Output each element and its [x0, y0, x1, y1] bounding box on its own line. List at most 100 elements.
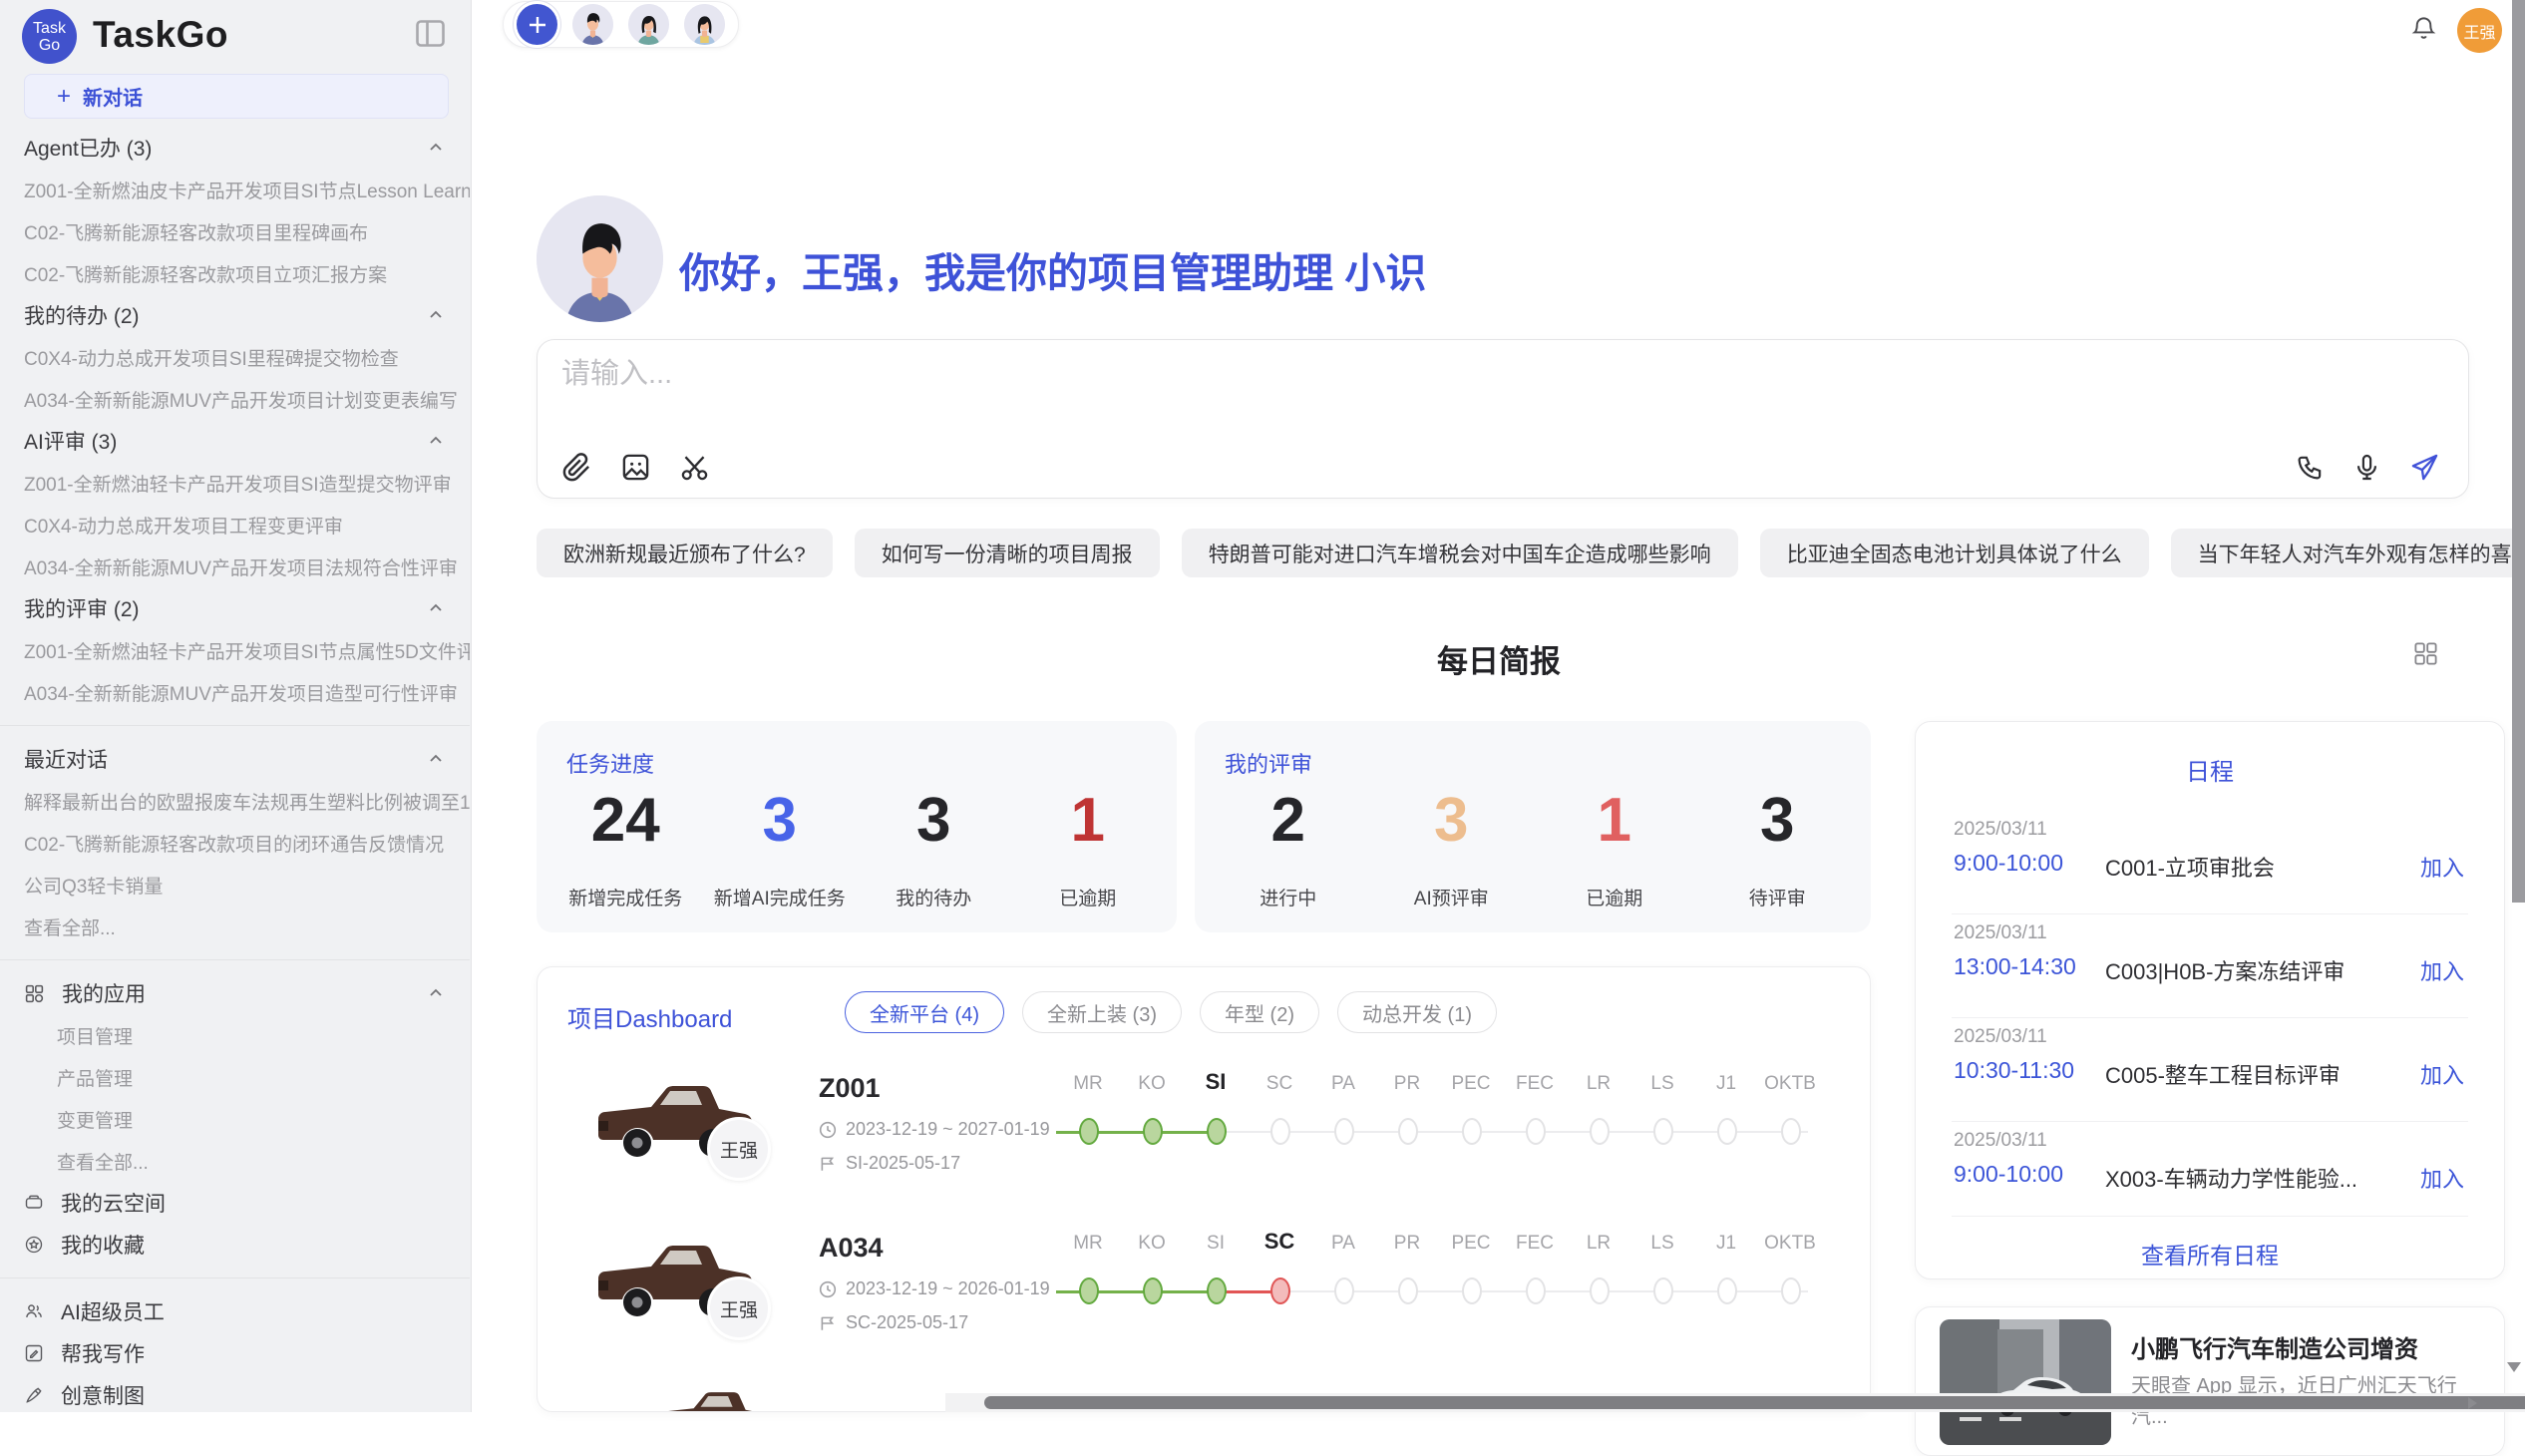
section-agent-done[interactable]: Agent已办 (3)	[0, 127, 470, 169]
entry-time: 9:00-10:00	[1954, 1161, 2063, 1188]
recent-chat-item[interactable]: 公司Q3轻卡销量	[0, 864, 470, 906]
join-link[interactable]: 加入	[2420, 851, 2464, 883]
notification-bell-icon[interactable]	[2410, 15, 2437, 42]
app-item-project-mgmt[interactable]: 项目管理	[0, 1014, 470, 1056]
card-title: 我的评审	[1225, 747, 1312, 779]
tab-new-body[interactable]: 全新上装 (3)	[1022, 991, 1182, 1033]
sidebar-item-ai-super-staff[interactable]: AI超级员工	[0, 1290, 470, 1332]
app-logo-line1: Task	[33, 20, 66, 37]
sidebar-item-cloud-space[interactable]: 我的云空间	[0, 1182, 470, 1224]
pen-icon	[24, 1385, 44, 1405]
project-flag-milestone: SI-2025-05-17	[819, 1153, 960, 1174]
entry-date: 2025/03/11	[1954, 1130, 2047, 1152]
task-item[interactable]: C02-飞腾新能源轻客改款项目立项汇报方案	[0, 252, 470, 294]
chat-input[interactable]	[561, 358, 1459, 391]
sidebar-collapse-icon[interactable]	[416, 20, 445, 47]
section-my-review[interactable]: 我的评审 (2)	[0, 587, 470, 629]
scroll-down-arrow[interactable]	[2507, 1362, 2521, 1372]
tab-powertrain[interactable]: 动总开发 (1)	[1337, 991, 1497, 1033]
view-all-schedule-link[interactable]: 查看所有日程	[1916, 1237, 2504, 1271]
send-icon[interactable]	[2409, 452, 2440, 483]
composer-left-icons	[561, 452, 710, 483]
flag-icon	[819, 1155, 837, 1173]
task-item[interactable]: Z001-全新燃油轻卡产品开发项目SI造型提交物评审	[0, 462, 470, 504]
session-avatar[interactable]	[628, 4, 669, 45]
task-progress-card: 任务进度 24新增完成任务 3新增AI完成任务 3我的待办 1已逾期	[537, 721, 1177, 932]
task-item[interactable]: C0X4-动力总成开发项目SI里程碑提交物检查	[0, 336, 470, 378]
stat-label: 我的待办	[896, 884, 971, 910]
section-my-apps[interactable]: 我的应用	[0, 972, 470, 1014]
new-chat-button[interactable]: + 新对话	[24, 74, 449, 119]
milestone-dots	[1056, 1117, 1822, 1147]
new-chat-label: 新对话	[83, 82, 143, 111]
entry-title: C003|H0B-方案冻结评审	[2105, 954, 2345, 986]
task-item[interactable]: Z001-全新燃油轻卡产品开发项目SI节点属性5D文件评审	[0, 629, 470, 671]
divider	[1952, 1216, 2468, 1217]
app-item-change-mgmt[interactable]: 变更管理	[0, 1098, 470, 1140]
session-avatar[interactable]	[684, 4, 725, 45]
microphone-icon[interactable]	[2352, 453, 2381, 482]
layout-grid-icon[interactable]	[2412, 640, 2439, 667]
section-ai-review[interactable]: AI评审 (3)	[0, 420, 470, 462]
entry-title: X003-车辆动力学性能验...	[2105, 1162, 2357, 1194]
schedule-entry: 2025/03/11 9:00-10:00 C001-立项审批会 加入	[1954, 819, 2466, 918]
task-item[interactable]: C0X4-动力总成开发项目工程变更评审	[0, 504, 470, 546]
horizontal-scrollbar[interactable]	[945, 1393, 2525, 1412]
tab-model-year[interactable]: 年型 (2)	[1200, 991, 1319, 1033]
scroll-right-arrow[interactable]	[2468, 1397, 2477, 1409]
suggestion-chip[interactable]: 当下年轻人对汽车外观有怎样的喜好趋势	[2171, 529, 2525, 577]
task-item[interactable]: A034-全新新能源MUV产品开发项目法规符合性评审	[0, 546, 470, 587]
task-item[interactable]: C02-飞腾新能源轻客改款项目里程碑画布	[0, 210, 470, 252]
news-card[interactable]: 小鹏飞行汽车制造公司增资 天眼查 App 显示，近日广州汇天飞行汽...	[1915, 1306, 2505, 1456]
project-name: Z001	[819, 1073, 881, 1104]
image-upload-icon[interactable]	[620, 452, 651, 483]
vertical-scrollbar-thumb[interactable]	[2512, 0, 2525, 903]
sidebar-item-help-me-write[interactable]: 帮我写作	[0, 1332, 470, 1374]
task-item[interactable]: A034-全新新能源MUV产品开发项目计划变更表编写	[0, 378, 470, 420]
join-link[interactable]: 加入	[2420, 1162, 2464, 1194]
task-item[interactable]: Z001-全新燃油皮卡产品开发项目SI节点Lesson Learn报告	[0, 169, 470, 210]
composer-right-icons	[2296, 452, 2440, 483]
project-owner-badge: 王强	[707, 1117, 771, 1181]
current-milestone-label: SC	[1248, 1229, 1311, 1255]
entry-title: C001-立项审批会	[2105, 851, 2275, 883]
app-item-product-mgmt[interactable]: 产品管理	[0, 1056, 470, 1098]
tab-new-platform[interactable]: 全新平台 (4)	[845, 991, 1004, 1033]
assistant-avatar	[537, 195, 663, 322]
stat-label: AI预评审	[1414, 884, 1489, 910]
recent-chat-item[interactable]: 解释最新出台的欧盟报废车法规再生塑料比例被调至15%...	[0, 780, 470, 822]
chevron-up-icon	[428, 433, 444, 449]
scissors-icon[interactable]	[679, 452, 710, 483]
stat-value: 3	[763, 783, 797, 859]
sidebar-item-favorites[interactable]: 我的收藏	[0, 1224, 470, 1266]
sidebar-item-creative-drawing[interactable]: 创意制图	[0, 1374, 470, 1416]
new-session-button[interactable]	[517, 4, 557, 45]
horizontal-scrollbar-thumb[interactable]	[984, 1396, 2525, 1409]
project-date-range: 2023-12-19 ~ 2027-01-19	[819, 1119, 1050, 1140]
stat-value: 3	[916, 783, 950, 859]
suggestion-chip[interactable]: 特朗普可能对进口汽车增税会对中国车企造成哪些影响	[1182, 529, 1738, 577]
suggestion-chip[interactable]: 比亚迪全固态电池计划具体说了什么	[1760, 529, 2149, 577]
cloud-drive-icon	[24, 1193, 44, 1213]
join-link[interactable]: 加入	[2420, 1058, 2464, 1090]
recent-chat-item[interactable]: C02-飞腾新能源轻客改款项目的闭环通告反馈情况	[0, 822, 470, 864]
stat-label: 已逾期	[1586, 884, 1642, 910]
attachment-icon[interactable]	[561, 452, 592, 483]
project-dashboard-card: 项目Dashboard 全新平台 (4) 全新上装 (3) 年型 (2) 动总开…	[537, 966, 1871, 1412]
section-recent-chats[interactable]: 最近对话	[0, 738, 470, 780]
recent-chats-view-all[interactable]: 查看全部...	[0, 906, 470, 947]
suggestion-chip[interactable]: 如何写一份清晰的项目周报	[855, 529, 1160, 577]
suggestion-chip[interactable]: 欧洲新规最近颁布了什么?	[537, 529, 833, 577]
user-avatar[interactable]: 王强	[2457, 8, 2502, 53]
project-row[interactable]: 王强 Z001 2023-12-19 ~ 2027-01-19 SI-2025-…	[538, 1055, 1870, 1220]
app-logo-line2: Go	[39, 37, 60, 54]
truck-image-partial	[647, 1376, 777, 1412]
project-row[interactable]: 王强 A034 2023-12-19 ~ 2026-01-19 SC-2025-…	[538, 1215, 1870, 1379]
section-my-todo[interactable]: 我的待办 (2)	[0, 294, 470, 336]
apps-view-all[interactable]: 查看全部...	[0, 1140, 470, 1182]
voice-call-icon[interactable]	[2296, 453, 2325, 482]
session-avatar[interactable]	[572, 4, 613, 45]
join-link[interactable]: 加入	[2420, 954, 2464, 986]
task-item[interactable]: A034-全新新能源MUV产品开发项目造型可行性评审	[0, 671, 470, 713]
milestone-dots	[1056, 1276, 1822, 1306]
